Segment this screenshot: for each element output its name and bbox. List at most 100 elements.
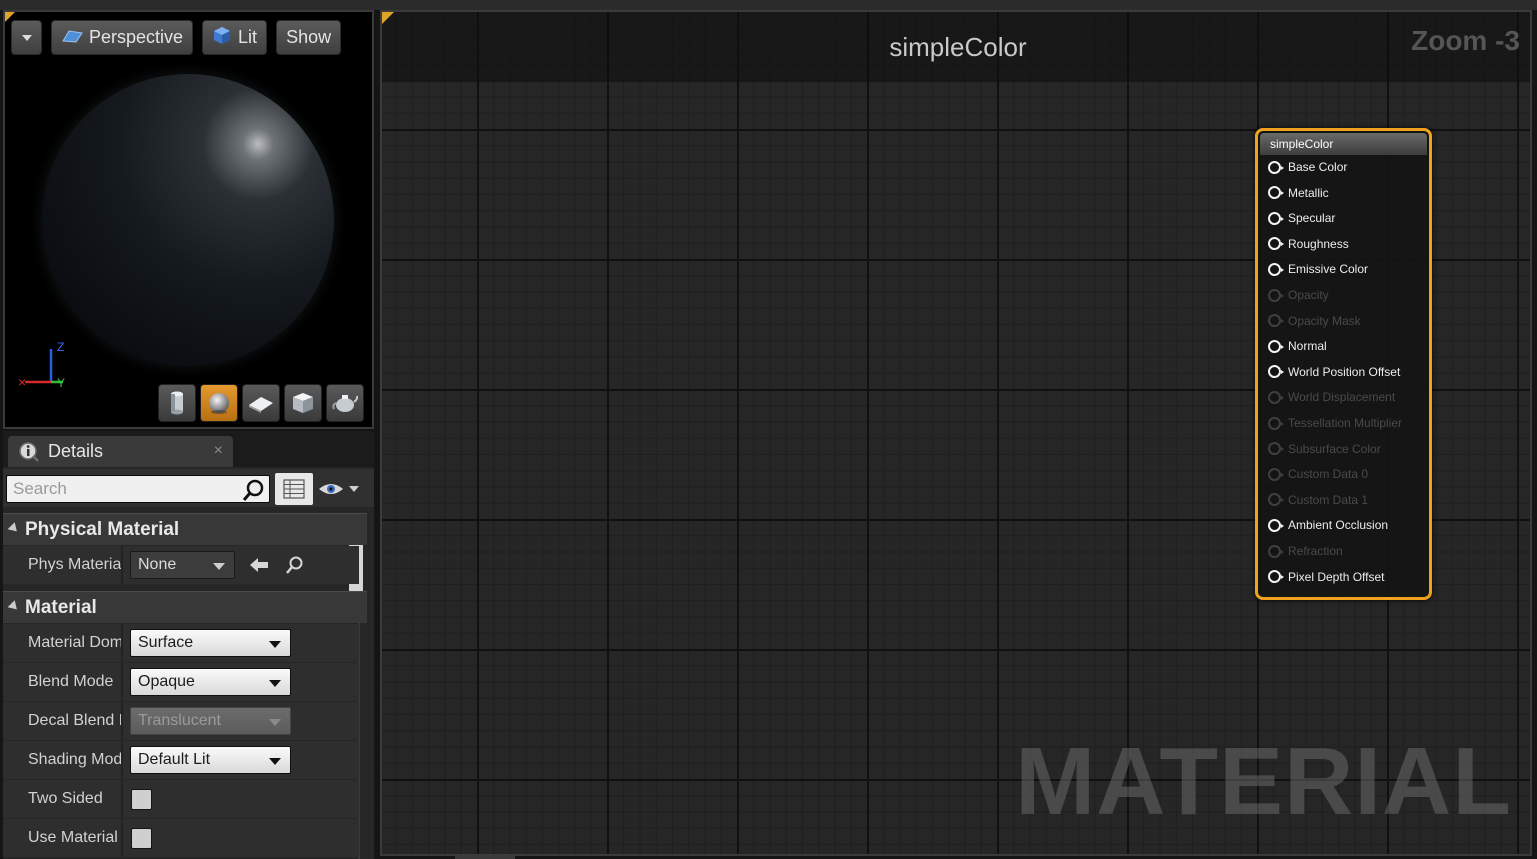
bottom-notch: [455, 855, 515, 859]
column-divider[interactable]: [121, 702, 123, 740]
node-input-pin: World Displacement: [1268, 387, 1395, 407]
use-material-attributes-checkbox[interactable]: [131, 828, 152, 849]
category-physical-material[interactable]: Physical Material: [3, 513, 367, 545]
pin-label: Roughness: [1288, 236, 1349, 251]
details-tab-bar: Details ×: [3, 431, 374, 467]
pin-connector-icon[interactable]: [1268, 160, 1284, 174]
pin-connector-icon[interactable]: [1268, 262, 1284, 276]
property-matrix-button[interactable]: [275, 473, 313, 505]
grid-icon: [283, 479, 305, 499]
column-divider[interactable]: [121, 624, 123, 662]
node-input-pin[interactable]: Pixel Depth Offset: [1268, 567, 1385, 587]
material-domain-combo[interactable]: Surface: [130, 629, 291, 657]
close-icon[interactable]: ×: [214, 442, 223, 460]
perspective-button[interactable]: Perspective: [51, 20, 194, 55]
preview-cylinder-button[interactable]: [158, 384, 196, 422]
details-property-list: Physical Material Phys Material None Mat…: [3, 511, 367, 859]
prop-label: Use Material Attributes: [28, 829, 121, 846]
column-divider[interactable]: [121, 741, 123, 779]
phys-material-combo[interactable]: None: [130, 551, 235, 579]
row-two-sided: Two Sided: [3, 780, 359, 818]
pin-label: Refraction: [1288, 544, 1343, 558]
node-input-pin: Opacity: [1268, 285, 1329, 305]
tab-details[interactable]: Details ×: [8, 436, 233, 467]
search-input[interactable]: [7, 476, 237, 502]
preview-sphere-button[interactable]: [200, 384, 238, 422]
pin-label: Emissive Color: [1288, 262, 1369, 277]
node-input-pin: Opacity Mask: [1268, 311, 1361, 331]
node-input-pin[interactable]: Roughness: [1268, 234, 1349, 254]
material-graph-canvas[interactable]: simpleColor Zoom -3 MATERIAL simpleColor…: [380, 10, 1532, 856]
shading-model-combo[interactable]: Default Lit: [130, 746, 291, 774]
chevron-down-icon: [213, 563, 225, 570]
preview-sphere: [42, 74, 334, 366]
viewport-options-dropdown[interactable]: [11, 20, 42, 55]
use-selected-arrow-icon[interactable]: [248, 555, 270, 575]
pin-connector-icon[interactable]: [1268, 518, 1284, 532]
row-blend-mode: Blend Mode Opaque: [3, 663, 359, 701]
plane-icon: [249, 397, 273, 413]
pin-connector-icon: [1268, 390, 1284, 404]
combo-value: Default Lit: [138, 751, 211, 768]
two-sided-checkbox[interactable]: [131, 789, 152, 810]
search-icon[interactable]: [242, 478, 266, 502]
pin-connector-icon[interactable]: [1268, 211, 1284, 225]
prop-label: Blend Mode: [28, 673, 114, 690]
chevron-down-icon: [21, 34, 32, 41]
pin-connector-icon[interactable]: [1268, 365, 1284, 379]
sphere-icon: [209, 393, 229, 414]
node-input-pin[interactable]: Normal: [1268, 336, 1327, 356]
pin-label: Normal: [1288, 339, 1327, 354]
node-input-pin: Custom Data 1: [1268, 490, 1368, 510]
svg-text:×: ×: [18, 374, 26, 390]
pin-connector-icon: [1268, 416, 1284, 430]
material-result-node[interactable]: simpleColor Base Color Metallic Specular Ro…: [1255, 128, 1432, 600]
preview-cube-button[interactable]: [284, 384, 322, 422]
node-input-pin[interactable]: Base Color: [1268, 157, 1347, 177]
category-material[interactable]: Material: [3, 591, 367, 623]
pin-connector-icon: [1268, 442, 1284, 456]
browse-search-icon[interactable]: [285, 555, 305, 575]
column-divider[interactable]: [121, 663, 123, 701]
pin-connector-icon[interactable]: [1268, 186, 1284, 200]
node-input-pin[interactable]: Ambient Occlusion: [1268, 515, 1388, 535]
pin-label: World Displacement: [1288, 390, 1396, 405]
graph-corner-marker: [382, 12, 394, 24]
pin-connector-icon: [1268, 314, 1284, 328]
column-divider[interactable]: [121, 780, 123, 818]
pin-connector-icon[interactable]: [1268, 339, 1284, 353]
column-divider[interactable]: [121, 546, 123, 584]
node-title[interactable]: simpleColor: [1260, 133, 1427, 155]
blend-mode-combo[interactable]: Opaque: [130, 668, 291, 696]
pin-connector-icon[interactable]: [1268, 237, 1284, 251]
pin-connector-icon: [1268, 544, 1284, 558]
chevron-down-icon: [269, 719, 281, 726]
preview-plane-button[interactable]: [242, 384, 280, 422]
node-input-pin[interactable]: Metallic: [1268, 183, 1329, 203]
preview-custom-mesh-button[interactable]: [326, 384, 364, 422]
node-input-pin: Custom Data 0: [1268, 464, 1368, 484]
prop-label: Material Domain: [28, 634, 121, 651]
pin-label: World Position Offset: [1288, 364, 1401, 379]
material-editor: Perspective Lit Show Z Y × Details × Sea…: [0, 0, 1537, 859]
teapot-icon: [332, 395, 358, 412]
pin-label: Subsurface Color: [1288, 441, 1381, 456]
column-divider[interactable]: [121, 819, 123, 857]
pin-connector-icon: [1268, 467, 1284, 481]
viewport-toolbar: Perspective Lit Show: [11, 20, 342, 55]
node-input-pin: Tessellation Multiplier: [1268, 413, 1402, 433]
pin-label: Pixel Depth Offset: [1288, 569, 1385, 584]
view-options-button[interactable]: [317, 477, 367, 501]
cylinder-icon: [171, 391, 183, 415]
lit-button[interactable]: Lit: [202, 20, 268, 55]
preview-viewport[interactable]: Perspective Lit Show Z Y ×: [3, 10, 374, 429]
node-input-pin[interactable]: Emissive Color: [1268, 259, 1368, 279]
node-input-pin[interactable]: World Position Offset: [1268, 362, 1400, 382]
node-input-pin[interactable]: Specular: [1268, 208, 1335, 228]
pin-connector-icon[interactable]: [1268, 570, 1284, 584]
show-button[interactable]: Show: [276, 20, 342, 55]
details-panel: Details × Search Physical Material Phys …: [3, 431, 374, 859]
prop-label: Phys Material: [28, 556, 121, 573]
decal-blend-combo: Translucent: [130, 707, 291, 735]
show-label: Show: [286, 27, 332, 47]
